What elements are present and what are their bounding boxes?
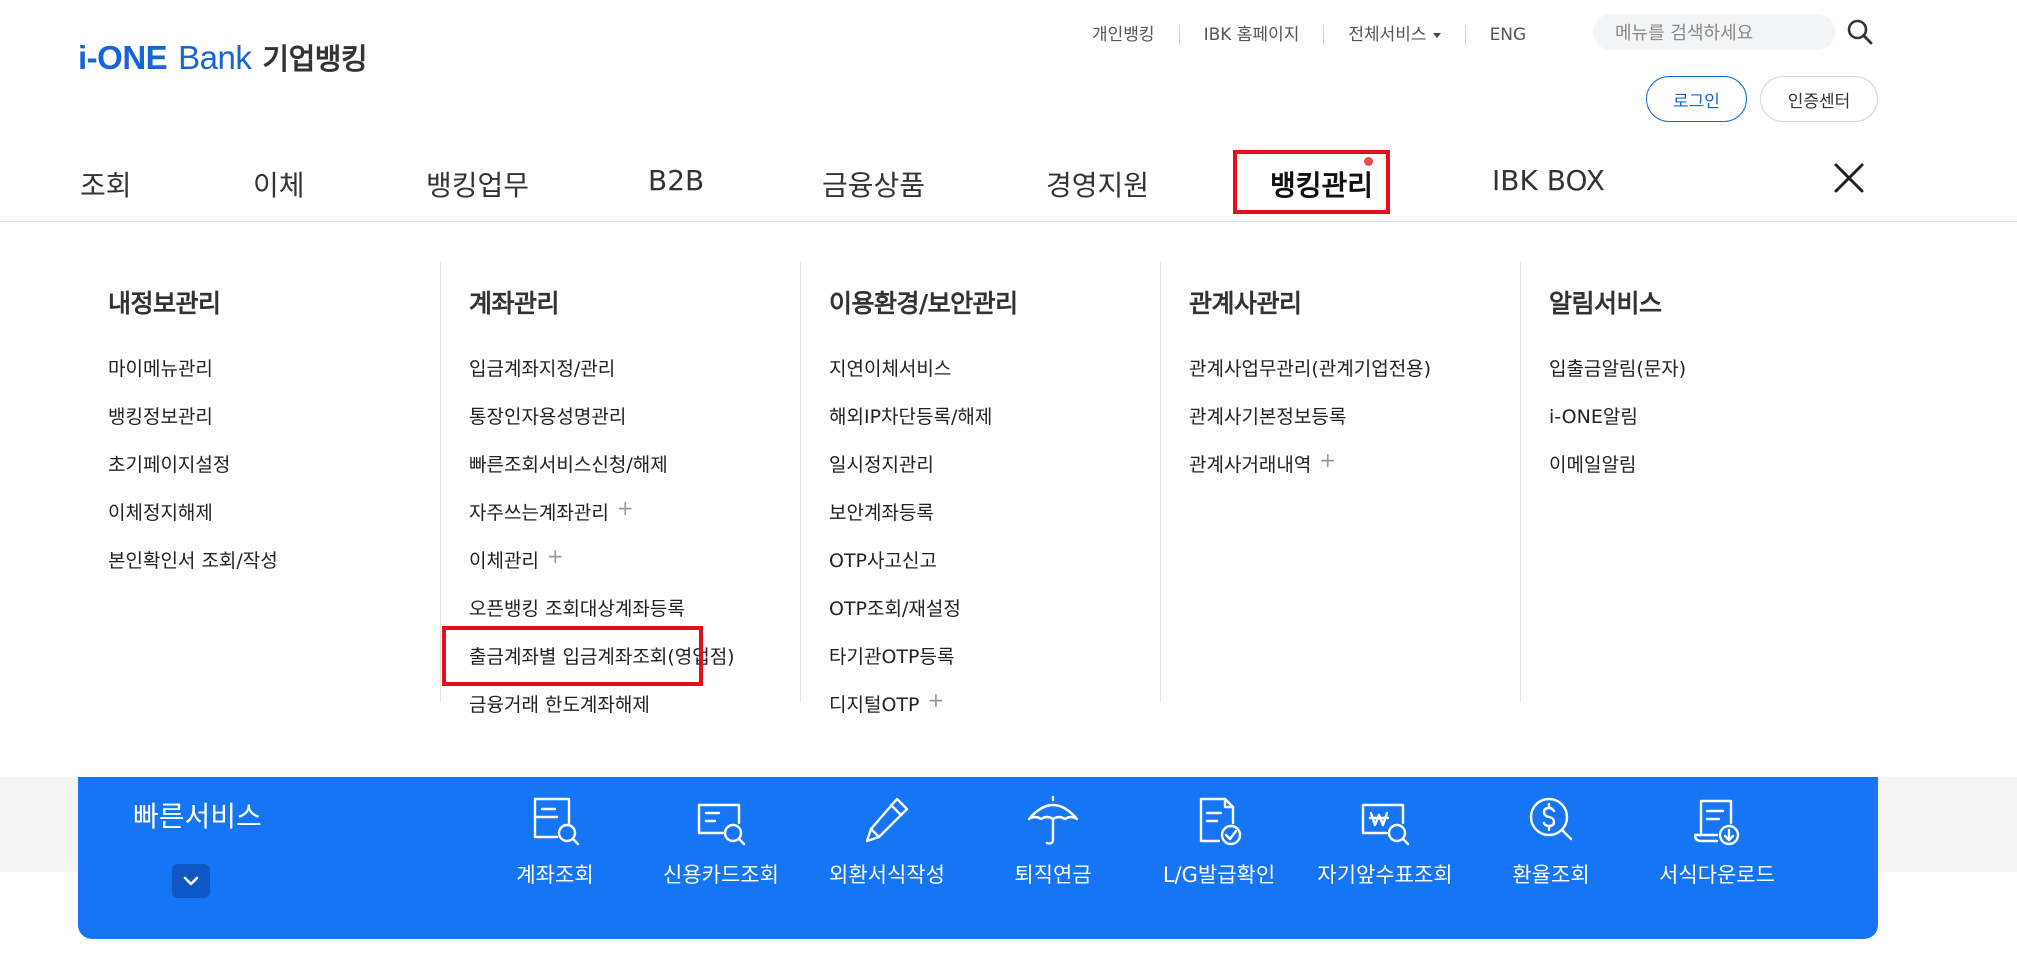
menu-column-title: 관계사관리 bbox=[1189, 289, 1302, 318]
util-link-all-services[interactable]: 전체서비스 bbox=[1323, 25, 1464, 45]
menu-item-passbook-name[interactable]: 통장인자용성명관리 bbox=[469, 402, 735, 450]
forex-form-pen-icon bbox=[865, 797, 909, 843]
menu-item-transfer-unlock[interactable]: 이체정지해제 bbox=[108, 498, 278, 546]
menu-item-affiliate-transactions[interactable]: 관계사거래내역 + bbox=[1189, 450, 1431, 498]
search-icon[interactable] bbox=[1846, 18, 1874, 46]
menu-search-input[interactable]: 메뉴를 검색하세요 bbox=[1593, 14, 1835, 50]
gnb-tab-inquiry[interactable]: 조회 bbox=[80, 164, 132, 204]
quick-item-lg-issuance-check[interactable]: L/G발급확인 bbox=[1139, 793, 1299, 889]
menu-column-title: 알림서비스 bbox=[1549, 289, 1662, 318]
gnb-tab-b2b[interactable]: B2B bbox=[648, 164, 704, 197]
quick-service-toggle[interactable] bbox=[172, 864, 210, 898]
menu-item-foreign-ip-block[interactable]: 해외IP차단등록/해제 bbox=[829, 402, 992, 450]
menu-item-initial-page[interactable]: 초기페이지설정 bbox=[108, 450, 278, 498]
gnb-tab-ibk-box[interactable]: IBK BOX bbox=[1492, 164, 1605, 197]
gnb-tab-financial-products[interactable]: 금융상품 bbox=[822, 164, 925, 204]
menu-column-affiliates: 관계사관리 관계사업무관리(관계기업전용) 관계사기본정보등록 관계사거래내역 + bbox=[1160, 262, 1520, 702]
menu-item-affiliate-info[interactable]: 관계사기본정보등록 bbox=[1189, 402, 1431, 450]
login-button[interactable]: 로그인 bbox=[1646, 76, 1747, 122]
quick-item-forex-form[interactable]: 외환서식작성 bbox=[807, 793, 967, 889]
menu-item-deposit-alert[interactable]: 입출금알림(문자) bbox=[1549, 354, 1686, 402]
close-icon[interactable] bbox=[1833, 162, 1865, 194]
menu-item-otp-incident[interactable]: OTP사고신고 bbox=[829, 546, 992, 594]
menu-item-otp-reset[interactable]: OTP조회/재설정 bbox=[829, 594, 992, 642]
lg-document-check-icon bbox=[1199, 797, 1242, 846]
menu-item-digital-otp[interactable]: 디지털OTP + bbox=[829, 690, 992, 738]
gnb-tab-transfer[interactable]: 이체 bbox=[253, 164, 305, 204]
menu-item-pause-management[interactable]: 일시정지관리 bbox=[829, 450, 992, 498]
check-inquiry-icon bbox=[1361, 803, 1410, 846]
utility-links: 개인뱅킹 IBK 홈페이지 전체서비스 ENG bbox=[1076, 22, 1550, 48]
plus-icon: + bbox=[1319, 448, 1337, 472]
form-download-icon bbox=[1693, 799, 1740, 846]
menu-item-other-otp[interactable]: 타기관OTP등록 bbox=[829, 642, 992, 690]
menu-item-ione-alert[interactable]: i-ONE알림 bbox=[1549, 402, 1686, 450]
menu-column-my-info: 내정보관리 마이메뉴관리 뱅킹정보관리 초기페이지설정 이체정지해제 본인확인서… bbox=[80, 262, 440, 702]
quick-item-account-inquiry[interactable]: 계좌조회 bbox=[475, 793, 635, 889]
gnb-tab-management-support[interactable]: 경영지원 bbox=[1046, 164, 1149, 204]
chevron-down-icon bbox=[183, 876, 199, 886]
quick-service-title: 빠른서비스 bbox=[133, 800, 262, 833]
menu-item-quick-inquiry-service[interactable]: 빠른조회서비스신청/해제 bbox=[469, 450, 735, 498]
menu-item-banking-info[interactable]: 뱅킹정보관리 bbox=[108, 402, 278, 450]
plus-icon: + bbox=[927, 688, 945, 712]
quick-item-credit-card-inquiry[interactable]: 신용카드조회 bbox=[641, 793, 801, 889]
menu-item-email-alert[interactable]: 이메일알림 bbox=[1549, 450, 1686, 498]
account-inquiry-icon bbox=[533, 797, 580, 846]
umbrella-icon bbox=[1027, 795, 1079, 845]
new-badge-dot bbox=[1364, 157, 1373, 166]
menu-item-delayed-transfer[interactable]: 지연이체서비스 bbox=[829, 354, 992, 402]
util-link-ibk-homepage[interactable]: IBK 홈페이지 bbox=[1178, 25, 1324, 45]
certificate-center-button[interactable]: 인증센터 bbox=[1760, 76, 1878, 122]
highlight-box bbox=[442, 626, 703, 686]
ione-bank-logo[interactable]: i-ONE Bank 기업뱅킹 bbox=[78, 36, 368, 78]
plus-icon: + bbox=[616, 496, 634, 520]
menu-column-security: 이용환경/보안관리 지연이체서비스 해외IP차단등록/해제 일시정지관리 보안계… bbox=[800, 262, 1160, 716]
menu-item-my-menu[interactable]: 마이메뉴관리 bbox=[108, 354, 278, 402]
menu-item-identity-confirm[interactable]: 본인확인서 조회/작성 bbox=[108, 546, 278, 594]
quick-service-panel: 빠른서비스 계좌조회 신용카드조회 외환서식작성 퇴직연금 L/G발급확인 자기… bbox=[78, 777, 1878, 939]
util-link-english[interactable]: ENG bbox=[1464, 25, 1551, 45]
quick-item-form-download[interactable]: 서식다운로드 bbox=[1637, 793, 1797, 889]
menu-column-notification: 알림서비스 입출금알림(문자) i-ONE알림 이메일알림 bbox=[1520, 262, 1880, 702]
menu-item-limit-release[interactable]: 금융거래 한도계좌해제 bbox=[469, 690, 735, 738]
menu-item-transfer-management[interactable]: 이체관리 + bbox=[469, 546, 735, 594]
menu-column-title: 계좌관리 bbox=[469, 289, 560, 318]
global-navigation: 조회 이체 뱅킹업무 B2B 금융상품 경영지원 뱅킹관리 IBK BOX bbox=[0, 150, 2017, 222]
menu-column-title: 내정보관리 bbox=[108, 289, 221, 318]
credit-card-inquiry-icon bbox=[697, 803, 746, 846]
util-link-personal-banking[interactable]: 개인뱅킹 bbox=[1076, 25, 1179, 45]
menu-column-title: 이용환경/보안관리 bbox=[829, 289, 1018, 318]
quick-item-exchange-rate[interactable]: 환율조회 bbox=[1471, 793, 1631, 889]
menu-item-security-account[interactable]: 보안계좌등록 bbox=[829, 498, 992, 546]
mega-menu: 내정보관리 마이메뉴관리 뱅킹정보관리 초기페이지설정 이체정지해제 본인확인서… bbox=[0, 222, 2017, 777]
menu-item-affiliate-work[interactable]: 관계사업무관리(관계기업전용) bbox=[1189, 354, 1431, 402]
menu-item-deposit-account[interactable]: 입금계좌지정/관리 bbox=[469, 354, 735, 402]
plus-icon: + bbox=[546, 544, 564, 568]
gnb-tab-banking-work[interactable]: 뱅킹업무 bbox=[426, 164, 529, 204]
menu-item-frequent-accounts[interactable]: 자주쓰는계좌관리 + bbox=[469, 498, 735, 546]
quick-item-retirement-pension[interactable]: 퇴직연금 bbox=[973, 793, 1133, 889]
quick-item-check-inquiry[interactable]: 자기앞수표조회 bbox=[1305, 793, 1465, 889]
exchange-rate-icon bbox=[1529, 797, 1573, 841]
caret-down-icon bbox=[1432, 32, 1441, 38]
